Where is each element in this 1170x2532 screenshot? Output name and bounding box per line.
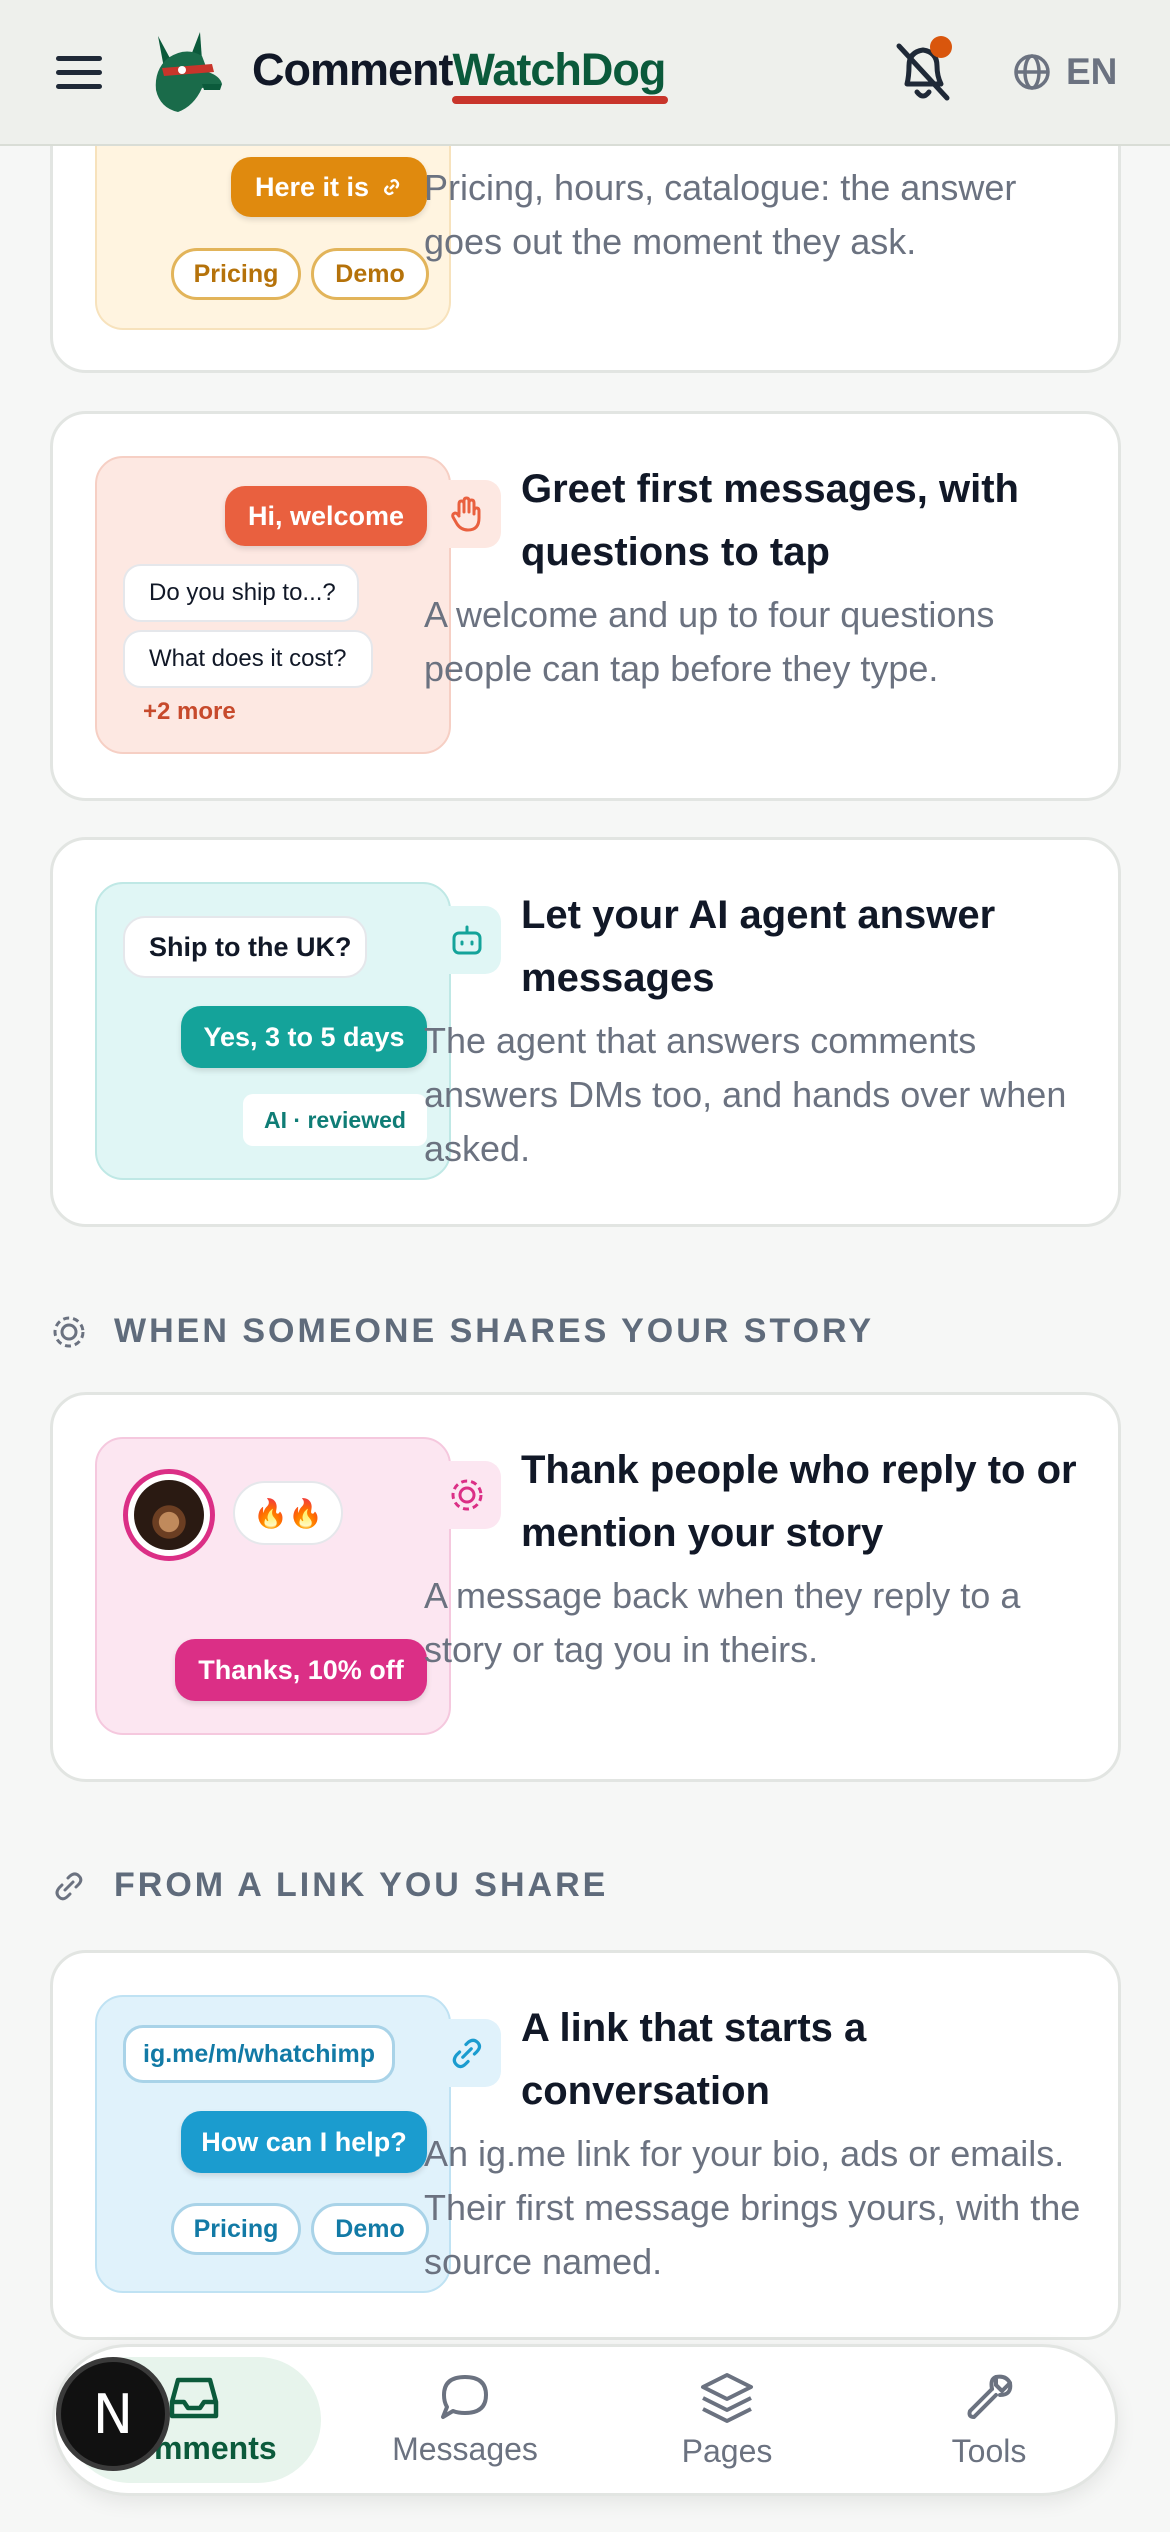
card-title: Thank people who reply to or mention you… [521,1448,1077,1555]
card-illustration: Hi, welcome Do you ship to...? What does… [95,456,451,754]
card-title: Greet first messages, with questions to … [521,467,1019,574]
nav-item-pages[interactable]: Pages [627,2347,827,2493]
nav-label: Tools [951,2432,1027,2469]
card-illustration: Ship to the UK? Yes, 3 to 5 days AI · re… [95,882,451,1180]
hamburger-icon[interactable] [56,56,102,90]
bot-icon [433,906,501,974]
link-icon [383,178,400,196]
question-bubble: Ship to the UK? [123,916,367,978]
link-icon [433,2019,501,2087]
notification-dot [930,36,952,58]
feature-card-ai-agent[interactable]: Ship to the UK? Yes, 3 to 5 days AI · re… [50,837,1121,1227]
layers-icon [701,2372,753,2423]
story-icon [53,1316,85,1347]
wrench-icon [967,2374,1013,2419]
section-header-story: WHEN SOMEONE SHARES YOUR STORY [52,1312,874,1351]
brand-part-1: Comment [252,44,454,95]
card-description: The agent that answers comments answers … [424,1020,1067,1169]
feature-card-greet[interactable]: Hi, welcome Do you ship to...? What does… [50,411,1121,801]
card-description: Pricing, hours, catalogue: the answer go… [424,167,1017,262]
card-description: A welcome and up to four questions peopl… [424,594,995,689]
more-questions-label: +2 more [143,698,236,725]
feature-card-story-thanks[interactable]: 🔥🔥 Thanks, 10% off Thank people who repl… [50,1392,1121,1782]
feature-card-link[interactable]: ig.me/m/whatchimp How can I help? Pricin… [50,1950,1121,2340]
question-bubble: What does it cost? [123,630,373,688]
card-description: An ig.me link for your bio, ads or email… [424,2133,1081,2282]
badge-letter: N [92,2382,134,2446]
card-illustration: ig.me/m/whatchimp How can I help? Pricin… [95,1995,451,2293]
reaction-bubble: 🔥🔥 [233,1481,343,1545]
story-ring-icon [433,1461,501,1529]
reply-bubble: Here it is [231,157,427,217]
brand-name[interactable]: CommentWatchDog [252,44,667,96]
nav-item-messages[interactable]: Messages [365,2347,565,2493]
reply-bubble: Thanks, 10% off [175,1639,427,1701]
globe-icon [1014,54,1050,90]
chat-bubble-icon [441,2374,488,2419]
language-selector[interactable]: EN [1012,48,1117,96]
wave-hand-icon [433,480,501,548]
chip-pricing: Pricing [171,2203,301,2255]
card-title: Let your AI agent answer messages [521,893,996,1000]
chip-demo: Demo [311,2203,429,2255]
nav-label: Pages [681,2432,773,2469]
card-title: A link that starts a conversation [521,2006,867,2113]
brand-underline [452,96,668,104]
brand-part-2: WatchDog [452,44,667,95]
dev-badge[interactable]: N [56,2357,170,2471]
language-code: EN [1066,51,1118,92]
chip-demo: Demo [311,248,429,300]
nav-label: Messages [392,2430,538,2467]
app-header: CommentWatchDog EN [0,0,1170,146]
card-illustration: 🔥🔥 Thanks, 10% off [95,1437,451,1735]
ai-reviewed-tag: AI · reviewed [243,1094,427,1146]
nav-item-tools[interactable]: Tools [889,2347,1089,2493]
story-avatar [123,1469,215,1561]
reply-bubble: How can I help? [181,2111,427,2173]
card-description: A message back when they reply to a stor… [424,1575,1021,1670]
section-header-link: FROM A LINK YOU SHARE [52,1866,608,1905]
chip-pricing: Pricing [171,248,301,300]
reply-bubble: Hi, welcome [225,486,427,546]
section-label: WHEN SOMEONE SHARES YOUR STORY [114,1312,875,1350]
link-chip: ig.me/m/whatchimp [123,2025,395,2083]
inbox-icon [169,2377,219,2418]
bottom-navigation: Comments Messages Pages Tools [52,2344,1118,2496]
link-icon [55,1872,83,1900]
section-label: FROM A LINK YOU SHARE [114,1866,609,1904]
reply-bubble: Yes, 3 to 5 days [181,1006,427,1068]
avatar-image [134,1480,204,1550]
dog-logo-icon [155,32,222,112]
question-bubble: Do you ship to...? [123,564,359,622]
